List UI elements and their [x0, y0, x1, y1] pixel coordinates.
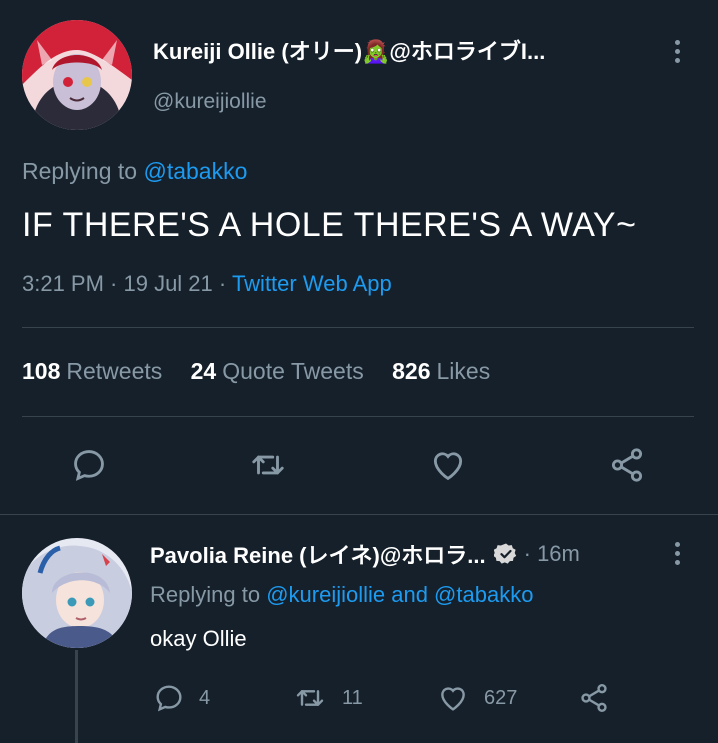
reply-replying-to-handles-link[interactable]: @kureijiollie and @tabakko [266, 582, 533, 607]
reply-reply-count: 4 [199, 686, 211, 709]
replying-prefix: Replying to [22, 158, 138, 184]
thread-line [75, 650, 78, 743]
share-button[interactable] [608, 446, 646, 484]
tweet-stats: 108 Retweets 24 Quote Tweets 826 Likes [22, 358, 512, 385]
tweet-timestamp[interactable]: 3:21 PM · 19 Jul 21 · [22, 271, 226, 296]
quote-tweets-stat[interactable]: 24 Quote Tweets [191, 358, 364, 384]
reply-replying-to: Replying to @kureijiollie and @tabakko [150, 582, 533, 608]
like-button[interactable] [428, 446, 468, 484]
author-name-row[interactable]: Kureiji Ollie (オリー)🧟‍♀️@ホロライブI... [153, 34, 545, 66]
like-icon [433, 452, 463, 481]
reply-tweet-text: okay Ollie [150, 626, 247, 651]
replying-to: Replying to @tabakko [22, 158, 247, 185]
retweet-button[interactable] [248, 446, 288, 484]
reply-share-button[interactable] [578, 682, 610, 714]
author-handle[interactable]: @kureijiollie [153, 90, 267, 114]
reply-more-options-icon[interactable] [665, 538, 689, 572]
divider [22, 327, 694, 328]
share-icon [581, 684, 607, 712]
tweet-text: IF THERE'S A HOLE THERE'S A WAY~ [22, 206, 637, 244]
reply-reply-button[interactable]: 4 [153, 682, 210, 714]
reply-like-button[interactable]: 627 [436, 682, 517, 714]
reply-icon [156, 685, 182, 712]
reply-header[interactable]: Pavolia Reine (レイネ)@ホロラ... · 16m [150, 538, 580, 570]
reply-author-name[interactable]: Pavolia Reine (レイネ)@ホロラ... [150, 538, 486, 570]
more-options-icon[interactable] [665, 36, 689, 70]
likes-stat[interactable]: 826 Likes [392, 358, 490, 384]
share-icon [611, 448, 643, 482]
reply-icon [74, 450, 104, 481]
main-tweet: Kureiji Ollie (オリー)🧟‍♀️@ホロライブI... @kurei… [0, 0, 718, 515]
replying-to-handle-link[interactable]: @tabakko [143, 158, 247, 184]
reply-button[interactable] [70, 446, 108, 484]
retweets-stat[interactable]: 108 Retweets [22, 358, 162, 384]
avatar-pavolia-reine[interactable] [22, 538, 132, 648]
avatar-kureiji-ollie[interactable] [22, 20, 132, 130]
author-display-name[interactable]: Kureiji Ollie (オリー)🧟‍♀️@ホロライブI... [153, 34, 545, 66]
divider [0, 514, 718, 515]
reply-timestamp[interactable]: · 16m [524, 541, 580, 567]
verified-badge-icon [493, 543, 516, 564]
divider [22, 416, 694, 417]
reply-retweet-button[interactable]: 11 [292, 682, 363, 714]
like-icon [441, 687, 465, 711]
tweet-source-link[interactable]: Twitter Web App [232, 271, 392, 296]
reply-like-count: 627 [484, 686, 518, 709]
reply-retweet-count: 11 [342, 686, 363, 709]
retweet-icon [296, 690, 324, 706]
retweet-icon [252, 455, 284, 475]
tweet-meta: 3:21 PM · 19 Jul 21 · Twitter Web App [22, 271, 392, 297]
reply-replying-prefix: Replying to [150, 582, 261, 607]
